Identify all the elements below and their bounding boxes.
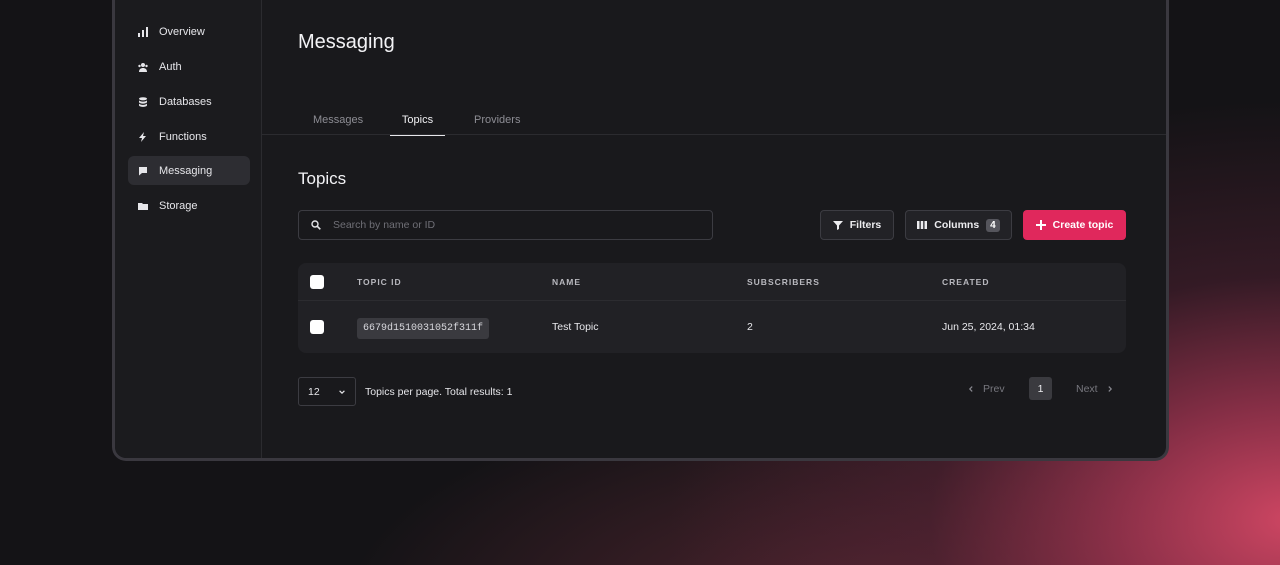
search-icon bbox=[311, 220, 321, 230]
sidebar-item-functions[interactable]: Functions bbox=[128, 122, 250, 151]
create-topic-label: Create topic bbox=[1052, 219, 1114, 231]
select-all-checkbox[interactable] bbox=[310, 275, 324, 289]
columns-button[interactable]: Columns 4 bbox=[905, 210, 1012, 240]
search-box bbox=[298, 210, 713, 240]
next-page-button[interactable]: Next bbox=[1076, 383, 1114, 395]
sidebar-item-storage[interactable]: Storage bbox=[128, 191, 250, 220]
sidebar-item-label: Auth bbox=[159, 60, 182, 73]
column-header-topic-id[interactable]: TOPIC ID bbox=[357, 277, 402, 287]
chevron-left-icon bbox=[968, 386, 973, 392]
section-title: Topics bbox=[298, 169, 347, 188]
sidebar-item-auth[interactable]: Auth bbox=[128, 52, 250, 81]
create-topic-button[interactable]: Create topic bbox=[1023, 210, 1126, 240]
sidebar-item-label: Messaging bbox=[159, 164, 213, 177]
prev-label: Prev bbox=[983, 383, 1005, 395]
subscribers-count: 2 bbox=[747, 321, 753, 333]
lightning-icon bbox=[137, 131, 149, 143]
users-icon bbox=[137, 61, 149, 73]
search-input[interactable] bbox=[333, 219, 693, 231]
folder-icon bbox=[137, 200, 149, 212]
sidebar-item-label: Functions bbox=[159, 130, 207, 143]
column-header-name[interactable]: NAME bbox=[552, 277, 581, 287]
sidebar-item-label: Databases bbox=[159, 95, 212, 108]
columns-icon bbox=[917, 221, 928, 229]
columns-label: Columns bbox=[934, 219, 980, 231]
pagination-summary: Topics per page. Total results: 1 bbox=[365, 386, 513, 398]
app-window: Overview Auth Databases Functions Messag… bbox=[112, 0, 1169, 461]
chat-icon bbox=[137, 165, 149, 177]
plus-icon bbox=[1035, 220, 1046, 230]
sidebar-item-label: Storage bbox=[159, 199, 198, 212]
topic-id-chip[interactable]: 6679d1510031052f311f bbox=[357, 318, 490, 339]
columns-count-badge: 4 bbox=[986, 218, 1000, 232]
filters-button[interactable]: Filters bbox=[820, 210, 894, 240]
sidebar-item-databases[interactable]: Databases bbox=[128, 87, 250, 116]
sidebar-item-label: Overview bbox=[159, 25, 205, 38]
topic-name: Test Topic bbox=[552, 321, 599, 333]
page-number-current[interactable]: 1 bbox=[1029, 377, 1052, 400]
topics-table: TOPIC ID NAME SUBSCRIBERS CREATED 6679d1… bbox=[298, 263, 1126, 353]
filter-icon bbox=[832, 221, 843, 230]
table-header: TOPIC ID NAME SUBSCRIBERS CREATED bbox=[298, 263, 1126, 301]
column-header-subscribers[interactable]: SUBSCRIBERS bbox=[747, 277, 820, 287]
sidebar-item-messaging[interactable]: Messaging bbox=[128, 156, 250, 185]
page-title: Messaging bbox=[298, 31, 395, 53]
tab-providers[interactable]: Providers bbox=[474, 114, 520, 135]
created-date: Jun 25, 2024, 01:34 bbox=[942, 321, 1035, 333]
database-icon bbox=[137, 96, 149, 108]
per-page-select[interactable]: 12 bbox=[298, 377, 356, 406]
sidebar-item-overview[interactable]: Overview bbox=[128, 17, 250, 46]
per-page-value: 12 bbox=[308, 385, 320, 398]
row-checkbox[interactable] bbox=[310, 320, 324, 334]
column-header-created[interactable]: CREATED bbox=[942, 277, 989, 287]
tab-topics[interactable]: Topics bbox=[390, 114, 445, 136]
filters-label: Filters bbox=[849, 219, 882, 231]
main-content: Messaging Messages Topics Providers Topi… bbox=[262, 0, 1166, 458]
chevron-right-icon bbox=[1107, 386, 1112, 392]
bar-chart-icon bbox=[137, 26, 149, 38]
next-label: Next bbox=[1076, 383, 1098, 395]
tab-bar: Messages Topics Providers bbox=[262, 114, 1166, 136]
chevron-down-icon bbox=[339, 389, 345, 394]
prev-page-button[interactable]: Prev bbox=[967, 383, 1005, 395]
table-row[interactable]: 6679d1510031052f311f Test Topic 2 Jun 25… bbox=[298, 301, 1126, 353]
tab-messages[interactable]: Messages bbox=[313, 114, 363, 135]
sidebar: Overview Auth Databases Functions Messag… bbox=[115, 0, 262, 458]
